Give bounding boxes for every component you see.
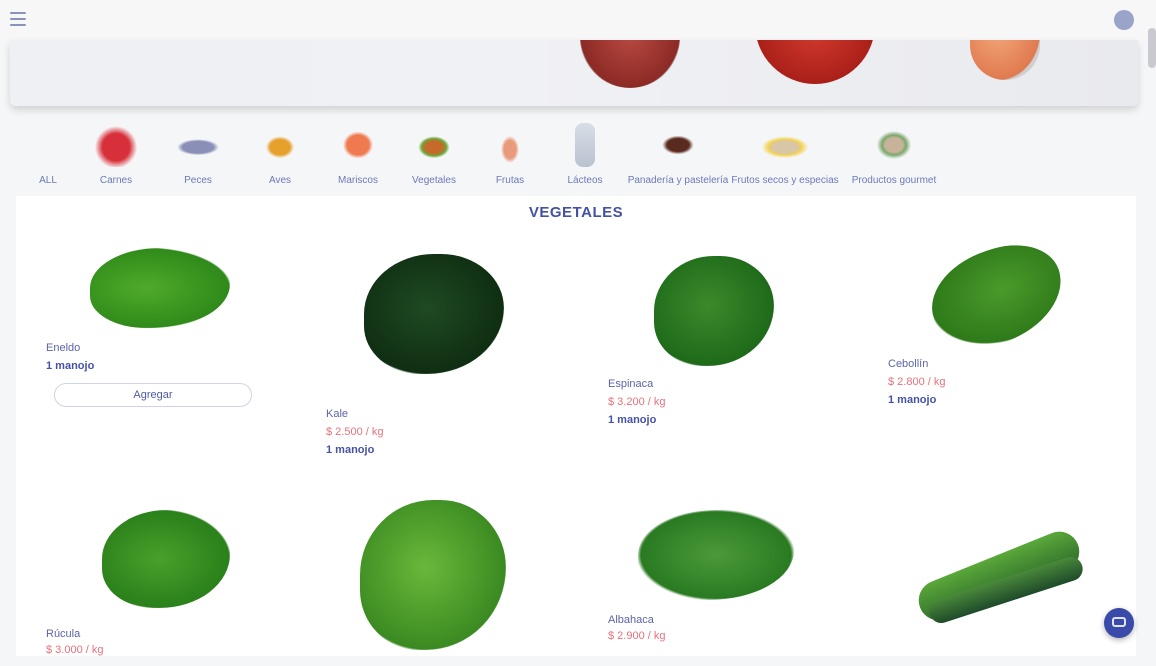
category-label: Frutas <box>495 175 525 186</box>
category-fish[interactable]: Peces <box>168 112 228 186</box>
category-seafood[interactable]: Mariscos <box>328 112 388 186</box>
product-unit: 1 manojo <box>608 414 657 426</box>
category-label: Carnes <box>99 175 133 186</box>
category-vegetables[interactable]: Vegetales <box>406 112 462 186</box>
category-label: Lácteos <box>567 175 603 186</box>
product-price: $ 3.000 / kg <box>46 644 104 656</box>
category-bar: ALL Carnes Peces Aves Mariscos Vegetales… <box>16 112 1136 188</box>
category-label: Productos gourmet <box>851 175 937 186</box>
user-icon[interactable] <box>1114 10 1134 30</box>
product-image <box>598 496 838 606</box>
product-card[interactable]: Espinaca $ 3.200 / kg 1 manojo <box>598 238 838 448</box>
product-card[interactable]: Cebollín $ 2.800 / kg 1 manojo <box>878 229 1118 418</box>
product-unit: 1 manojo <box>46 360 95 372</box>
category-gourmet[interactable]: Productos gourmet <box>844 112 944 186</box>
product-price: $ 3.200 / kg <box>608 396 666 408</box>
meat-icon <box>92 123 140 167</box>
category-poultry[interactable]: Aves <box>252 112 308 186</box>
product-price: $ 2.500 / kg <box>326 426 384 438</box>
product-card[interactable] <box>316 496 556 656</box>
bowl-image <box>580 40 680 88</box>
category-fruits[interactable]: Frutas <box>482 112 538 186</box>
product-card[interactable] <box>878 496 1118 656</box>
nuts-icon <box>752 123 818 167</box>
scrollbar[interactable] <box>1148 28 1156 68</box>
product-unit: 1 manojo <box>326 444 375 456</box>
category-label: Vegetales <box>412 175 456 186</box>
bowl-image <box>970 40 1040 80</box>
dairy-icon <box>575 123 595 167</box>
top-bar <box>0 0 1156 40</box>
add-to-cart-button[interactable]: Agregar <box>54 383 252 407</box>
chat-icon[interactable] <box>1104 608 1134 638</box>
poultry-icon <box>256 123 304 167</box>
product-card[interactable]: Rúcula $ 3.000 / kg <box>36 496 276 666</box>
category-label: Panadería y pastelería <box>627 175 729 186</box>
product-price: $ 2.900 / kg <box>608 630 666 642</box>
product-image <box>878 496 1118 646</box>
product-image <box>36 238 276 348</box>
product-image <box>316 238 556 388</box>
category-meat[interactable]: Carnes <box>88 112 144 186</box>
category-label: Peces <box>184 175 212 186</box>
product-card[interactable]: Eneldo 1 manojo Agregar <box>36 238 276 438</box>
category-label: Frutos secos y especias <box>731 175 839 186</box>
product-price: $ 2.800 / kg <box>888 376 946 388</box>
vegetables-icon <box>410 123 458 167</box>
bowl-image <box>755 40 875 84</box>
bakery-icon <box>654 123 702 167</box>
hero-banner <box>10 40 1138 106</box>
category-all[interactable]: ALL <box>30 112 66 186</box>
product-image <box>316 496 556 656</box>
menu-icon[interactable] <box>10 12 26 26</box>
category-label: ALL <box>39 175 57 186</box>
gourmet-icon <box>870 123 918 167</box>
product-unit: 1 manojo <box>888 394 937 406</box>
category-bakery[interactable]: Panadería y pastelería <box>628 112 728 186</box>
fish-icon <box>170 123 226 167</box>
fruits-icon <box>486 123 534 167</box>
product-name: Eneldo <box>46 342 81 354</box>
product-name: Rúcula <box>46 628 81 640</box>
category-label: Mariscos <box>337 175 378 186</box>
product-image <box>36 496 276 616</box>
product-name: Kale <box>326 408 349 420</box>
category-dairy[interactable]: Lácteos <box>560 112 610 186</box>
product-image <box>878 229 1118 363</box>
product-image <box>598 238 838 368</box>
category-nuts[interactable]: Frutos secos y especias <box>731 112 839 186</box>
product-card[interactable]: Albahaca $ 2.900 / kg <box>598 496 838 666</box>
section-title: VEGETALES <box>528 204 624 221</box>
seafood-icon <box>334 123 382 167</box>
product-name: Albahaca <box>608 614 654 626</box>
product-name: Cebollín <box>888 358 929 370</box>
product-section: VEGETALES Eneldo 1 manojo Agregar Kale $… <box>16 196 1136 656</box>
product-card[interactable]: Kale $ 2.500 / kg 1 manojo <box>316 238 556 468</box>
category-label: Aves <box>268 175 292 186</box>
product-name: Espinaca <box>608 378 654 390</box>
